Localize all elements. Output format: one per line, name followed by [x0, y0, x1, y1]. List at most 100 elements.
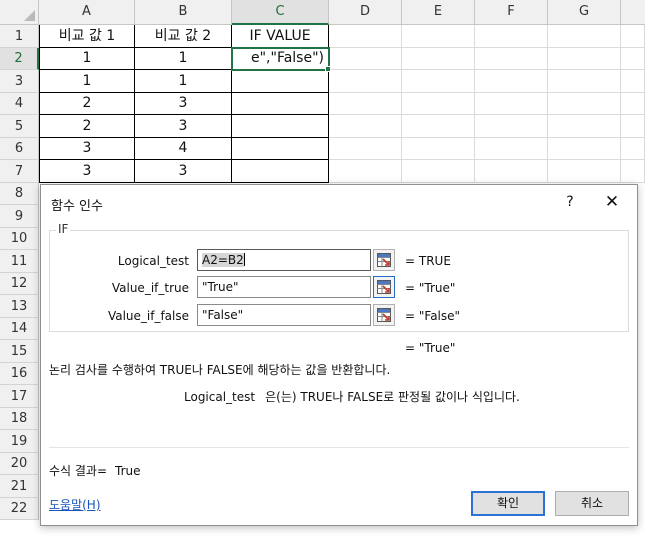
cell-b5[interactable]: 3: [135, 115, 232, 138]
cell-c2[interactable]: e","False"): [232, 48, 329, 70]
cell[interactable]: [329, 160, 402, 183]
cell[interactable]: [475, 70, 548, 93]
row-header-19[interactable]: 19: [0, 430, 39, 453]
column-header-a[interactable]: A: [39, 0, 135, 25]
row-header-18[interactable]: 18: [0, 408, 39, 430]
logical-test-input[interactable]: A2=B2: [197, 249, 371, 271]
cell[interactable]: [548, 48, 621, 70]
cell[interactable]: [548, 93, 621, 115]
cell-a2[interactable]: 1: [39, 48, 135, 70]
row-header-21[interactable]: 21: [0, 475, 39, 498]
select-all-corner[interactable]: [0, 0, 39, 25]
cell[interactable]: [548, 138, 621, 160]
row-header-13[interactable]: 13: [0, 295, 39, 318]
cell[interactable]: [475, 93, 548, 115]
cell-b7[interactable]: 3: [135, 160, 232, 183]
row-header-7[interactable]: 7: [0, 160, 39, 183]
cell[interactable]: [621, 25, 645, 48]
cell-b3[interactable]: 1: [135, 70, 232, 93]
row-header-9[interactable]: 9: [0, 205, 39, 228]
row-header-5[interactable]: 5: [0, 115, 39, 138]
cell[interactable]: [402, 160, 475, 183]
cancel-button[interactable]: 취소: [555, 491, 629, 516]
cell[interactable]: [621, 138, 645, 160]
row-header-17[interactable]: 17: [0, 385, 39, 408]
cell[interactable]: [402, 115, 475, 138]
column-header-d[interactable]: D: [329, 0, 402, 25]
cell[interactable]: [402, 138, 475, 160]
cell[interactable]: [475, 115, 548, 138]
help-link[interactable]: 도움말(H): [49, 496, 101, 513]
cell[interactable]: [548, 160, 621, 183]
value-if-true-input[interactable]: "True": [197, 276, 371, 298]
row-header-15[interactable]: 15: [0, 340, 39, 363]
row-header-1[interactable]: 1: [0, 25, 39, 48]
row-header-4[interactable]: 4: [0, 93, 39, 115]
cell[interactable]: [329, 70, 402, 93]
close-icon[interactable]: ✕: [601, 191, 623, 213]
cell-c4[interactable]: [232, 93, 329, 115]
cell-a5[interactable]: 2: [39, 115, 135, 138]
cell[interactable]: [621, 115, 645, 138]
cell[interactable]: [548, 70, 621, 93]
value-if-false-range-button[interactable]: [373, 304, 395, 326]
argument-description: Logical_test 은(는) TRUE나 FALSE로 판정될 값이나 식입…: [184, 388, 520, 405]
cell[interactable]: [548, 25, 621, 48]
cell[interactable]: [475, 138, 548, 160]
cell-b4[interactable]: 3: [135, 93, 232, 115]
cell[interactable]: [402, 70, 475, 93]
row-header-14[interactable]: 14: [0, 318, 39, 340]
help-icon[interactable]: ?: [559, 191, 581, 213]
cell[interactable]: [621, 160, 645, 183]
cell[interactable]: [475, 160, 548, 183]
value-if-false-input[interactable]: "False": [197, 304, 371, 326]
cell-b2[interactable]: 1: [135, 48, 232, 70]
column-header-g[interactable]: G: [548, 0, 621, 25]
row-header-20[interactable]: 20: [0, 453, 39, 475]
cell[interactable]: [329, 115, 402, 138]
row-header-2[interactable]: 2: [0, 48, 39, 70]
column-header-f[interactable]: F: [475, 0, 548, 25]
fill-handle[interactable]: [325, 66, 331, 72]
cell[interactable]: [402, 48, 475, 70]
logical-test-range-button[interactable]: [373, 249, 395, 271]
cell[interactable]: [621, 48, 645, 70]
cell-c3[interactable]: [232, 70, 329, 93]
cell[interactable]: [475, 48, 548, 70]
cell-a4[interactable]: 2: [39, 93, 135, 115]
row-header-6[interactable]: 6: [0, 138, 39, 160]
cell-b1[interactable]: 비교 값 2: [135, 25, 232, 48]
row-header-8[interactable]: 8: [0, 183, 39, 205]
function-name: IF: [56, 222, 71, 236]
cell[interactable]: [329, 25, 402, 48]
column-header-e[interactable]: E: [402, 0, 475, 25]
cell-a6[interactable]: 3: [39, 138, 135, 160]
row-header-11[interactable]: 11: [0, 250, 39, 273]
row-header-22[interactable]: 22: [0, 498, 39, 520]
cell-c5[interactable]: [232, 115, 329, 138]
column-header-c[interactable]: C: [232, 0, 329, 25]
cell-a3[interactable]: 1: [39, 70, 135, 93]
cell-c7[interactable]: [232, 160, 329, 183]
column-header-b[interactable]: B: [135, 0, 232, 25]
row-header-16[interactable]: 16: [0, 363, 39, 385]
value-if-true-range-button[interactable]: [373, 276, 395, 298]
ok-button[interactable]: 확인: [471, 491, 545, 516]
cell[interactable]: [402, 93, 475, 115]
cell[interactable]: [329, 93, 402, 115]
row-header-10[interactable]: 10: [0, 228, 39, 250]
cell[interactable]: [475, 25, 548, 48]
cell[interactable]: [329, 138, 402, 160]
cell[interactable]: [402, 25, 475, 48]
row-header-3[interactable]: 3: [0, 70, 39, 93]
cell-c1[interactable]: IF VALUE: [232, 25, 329, 48]
cell-a1[interactable]: 비교 값 1: [39, 25, 135, 48]
row-header-12[interactable]: 12: [0, 273, 39, 295]
cell-c6[interactable]: [232, 138, 329, 160]
cell[interactable]: [621, 70, 645, 93]
cell-b6[interactable]: 4: [135, 138, 232, 160]
cell[interactable]: [329, 48, 402, 70]
cell[interactable]: [548, 115, 621, 138]
cell-a7[interactable]: 3: [39, 160, 135, 183]
cell[interactable]: [621, 93, 645, 115]
